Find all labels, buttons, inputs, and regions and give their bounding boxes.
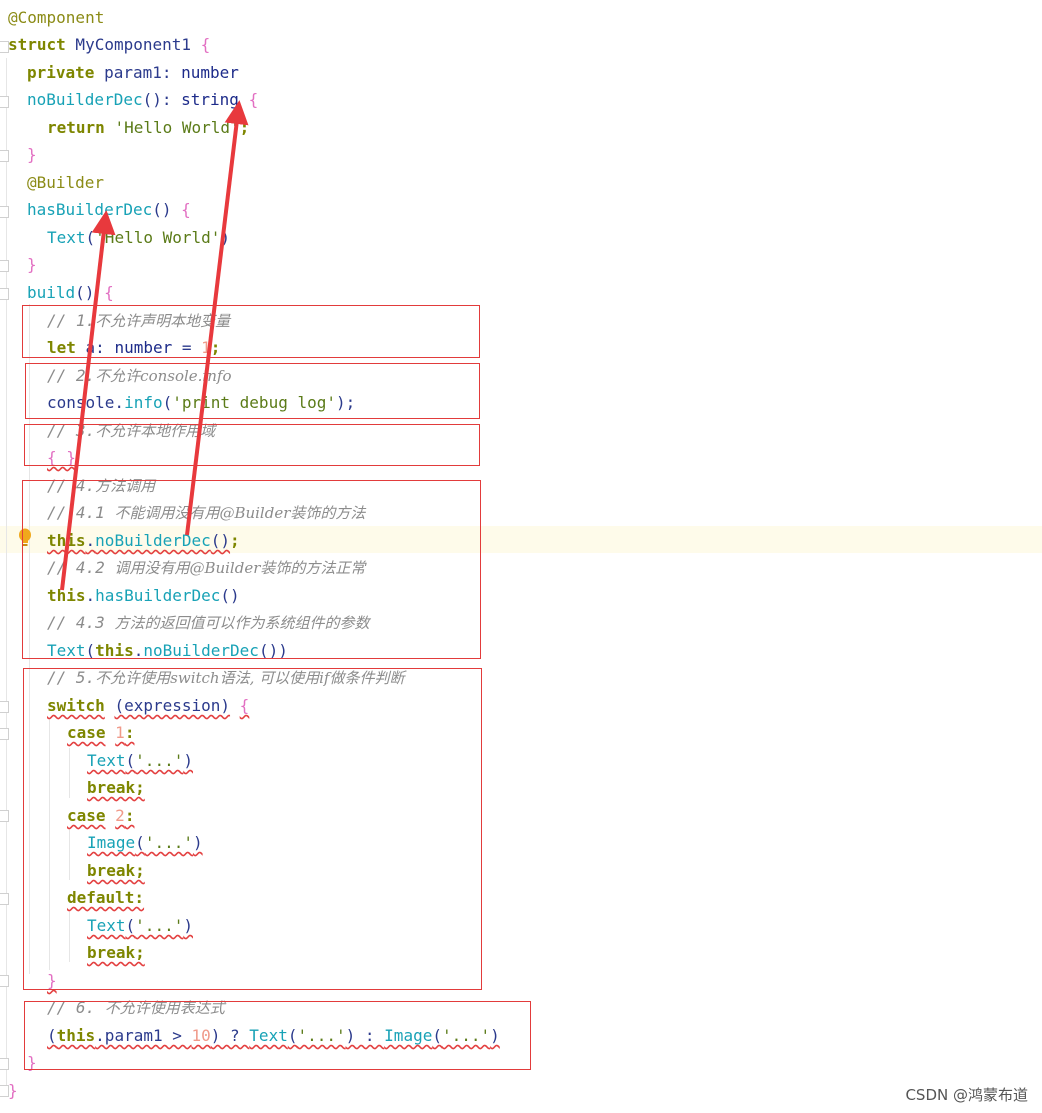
- code-line[interactable]: @Component: [8, 4, 104, 31]
- fold-marker[interactable]: [0, 975, 9, 987]
- annotation-box-rule-3: [24, 424, 480, 466]
- annotation-box-rule-5: [23, 668, 482, 990]
- code-editor[interactable]: @Component struct MyComponent1 {private p…: [0, 0, 1042, 1113]
- code-line[interactable]: }: [8, 1077, 18, 1104]
- code-line[interactable]: }: [27, 251, 37, 278]
- code-line[interactable]: Text('Hello World'): [47, 224, 230, 251]
- annotation-box-rule-4: [22, 480, 481, 659]
- code-line[interactable]: struct MyComponent1 {: [8, 31, 210, 58]
- fold-marker[interactable]: [0, 893, 9, 905]
- code-line[interactable]: noBuilderDec(): string {: [27, 86, 258, 113]
- code-line[interactable]: hasBuilderDec() {: [27, 196, 191, 223]
- code-line[interactable]: private param1: number: [27, 59, 239, 86]
- code-line[interactable]: @Builder: [27, 169, 104, 196]
- annotation-box-rule-6: [24, 1001, 531, 1070]
- code-line[interactable]: return 'Hello World';: [47, 114, 249, 141]
- code-line[interactable]: }: [27, 141, 37, 168]
- fold-marker[interactable]: [0, 728, 9, 740]
- fold-marker[interactable]: [0, 206, 9, 218]
- fold-marker[interactable]: [0, 1058, 9, 1070]
- watermark: CSDN @鸿蒙布道: [905, 1086, 1028, 1104]
- fold-marker[interactable]: [0, 96, 9, 108]
- code-line[interactable]: build() {: [27, 279, 114, 306]
- annotation-box-rule-2: [25, 363, 480, 419]
- fold-marker[interactable]: [0, 701, 9, 713]
- fold-marker[interactable]: [0, 150, 9, 162]
- fold-marker[interactable]: [0, 260, 9, 272]
- annotation-box-rule-1: [22, 305, 480, 358]
- fold-marker[interactable]: [0, 288, 9, 300]
- fold-marker[interactable]: [0, 810, 9, 822]
